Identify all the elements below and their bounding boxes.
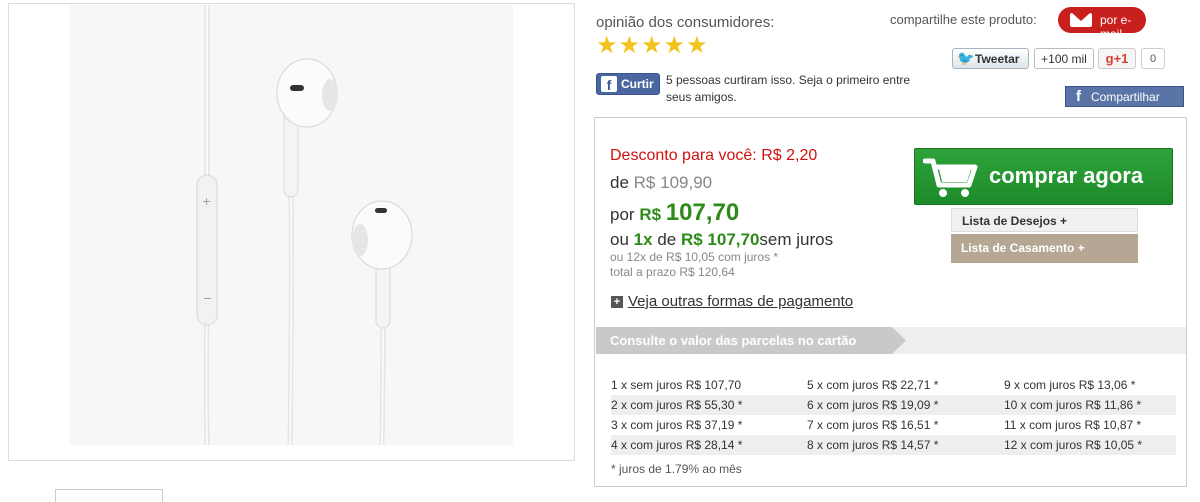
single-payment-line: ou 1x de R$ 107,70sem juros xyxy=(610,230,833,250)
wishlist-label: Lista de Desejos + xyxy=(962,214,1068,228)
total-term-price: total a prazo R$ 120,64 xyxy=(610,265,735,279)
plus-square-icon: + xyxy=(611,296,623,308)
single-payment-times: 1x xyxy=(633,230,653,249)
current-price-prefix: por xyxy=(610,205,635,224)
current-price: por R$ 107,70 xyxy=(610,199,739,227)
table-row: 4 x com juros R$ 28,14 * 8 x com juros R$… xyxy=(611,435,1176,455)
share-email-button[interactable]: por e-mail xyxy=(1058,7,1146,41)
original-price-prefix: de xyxy=(610,173,629,192)
installments-table: 1 x sem juros R$ 107,70 5 x com juros R$ … xyxy=(611,375,1176,455)
installment-cell: 4 x com juros R$ 28,14 * xyxy=(611,438,743,452)
more-payment-link[interactable]: + Veja outras formas de pagamento xyxy=(611,293,853,310)
single-payment-value: R$ 107,70 xyxy=(680,230,760,249)
facebook-icon: f xyxy=(601,76,617,93)
google-plus-icon: g xyxy=(1105,51,1114,66)
google-plus-button[interactable]: g+1 xyxy=(1098,48,1136,69)
envelope-icon xyxy=(1070,13,1092,27)
google-plus-label: +1 xyxy=(1113,51,1129,66)
tweet-button[interactable]: 🐦 Tweetar xyxy=(952,48,1029,69)
installment-cell: 12 x com juros R$ 10,05 * xyxy=(1004,438,1143,452)
share-label: compartilhe este produto: xyxy=(890,12,1037,27)
installments-header-label: Consulte o valor das parcelas no cartão xyxy=(610,333,857,348)
installment-cell: 6 x com juros R$ 19,09 * xyxy=(807,398,939,412)
table-row: 2 x com juros R$ 55,30 * 6 x com juros R$… xyxy=(611,395,1176,415)
twitter-bird-icon: 🐦 xyxy=(957,50,975,66)
interest-note: * juros de 1.79% ao mês xyxy=(611,462,742,476)
facebook-share-button[interactable]: f Compartilhar xyxy=(1065,86,1184,107)
wedding-list-button[interactable]: Lista de Casamento + xyxy=(951,234,1138,263)
facebook-like-label: Curtir xyxy=(621,77,654,91)
installment-cell: 8 x com juros R$ 14,57 * xyxy=(807,438,939,452)
facebook-like-button[interactable]: f Curtir xyxy=(596,73,660,95)
buy-now-label: comprar agora xyxy=(989,163,1144,188)
original-price: de R$ 109,90 xyxy=(610,173,712,193)
current-price-currency: R$ xyxy=(639,205,662,224)
tweet-label: Tweetar xyxy=(975,52,1020,66)
installments-summary: ou 12x de R$ 10,05 com juros * xyxy=(610,250,779,264)
installment-cell: 7 x com juros R$ 16,51 * xyxy=(807,418,939,432)
facebook-icon: f xyxy=(1076,88,1081,105)
discount-text: Desconto para você: R$ 2,20 xyxy=(610,147,818,164)
current-price-value: 107,70 xyxy=(665,199,740,226)
google-plus-count: 0 xyxy=(1141,48,1165,69)
table-row: 1 x sem juros R$ 107,70 5 x com juros R$ … xyxy=(611,375,1176,395)
single-payment-sem-juros: sem juros xyxy=(759,230,834,249)
wishlist-button[interactable]: Lista de Desejos + xyxy=(951,208,1138,232)
installments-header[interactable]: Consulte o valor das parcelas no cartão xyxy=(596,327,906,354)
more-payment-label: Veja outras formas de pagamento xyxy=(628,293,854,310)
shopping-cart-icon xyxy=(923,158,978,197)
share-email-label: por e-mail xyxy=(1100,13,1132,41)
installment-cell: 10 x com juros R$ 11,86 * xyxy=(1004,398,1142,412)
reviews-label: opinião dos consumidores: xyxy=(596,14,775,31)
svg-text:+: + xyxy=(202,195,211,208)
wedding-list-label: Lista de Casamento + xyxy=(961,241,1085,255)
tweet-count: +100 mil xyxy=(1034,48,1094,69)
facebook-share-label: Compartilhar xyxy=(1091,90,1160,104)
svg-text:−: − xyxy=(203,292,212,305)
original-price-value: R$ 109,90 xyxy=(633,173,713,192)
installment-cell: 2 x com juros R$ 55,30 * xyxy=(611,398,743,412)
installment-cell: 9 x com juros R$ 13,06 * xyxy=(1004,378,1136,392)
rating-stars: ★★★★★ xyxy=(596,32,709,59)
buy-now-button[interactable]: comprar agora xyxy=(914,148,1173,205)
installment-cell: 3 x com juros R$ 37,19 * xyxy=(611,418,743,432)
single-payment-de: de xyxy=(657,230,677,249)
installment-cell: 5 x com juros R$ 22,71 * xyxy=(807,378,939,392)
table-row: 3 x com juros R$ 37,19 * 7 x com juros R$… xyxy=(611,415,1176,435)
installment-cell: 1 x sem juros R$ 107,70 xyxy=(611,378,742,392)
single-payment-prefix: ou xyxy=(610,230,629,249)
product-image[interactable]: + − xyxy=(70,5,513,446)
installment-cell: 11 x com juros R$ 10,87 * xyxy=(1004,418,1142,432)
earphones-illustration: + − xyxy=(196,5,413,446)
facebook-like-text: 5 pessoas curtiram isso. Seja o primeiro… xyxy=(666,73,911,104)
